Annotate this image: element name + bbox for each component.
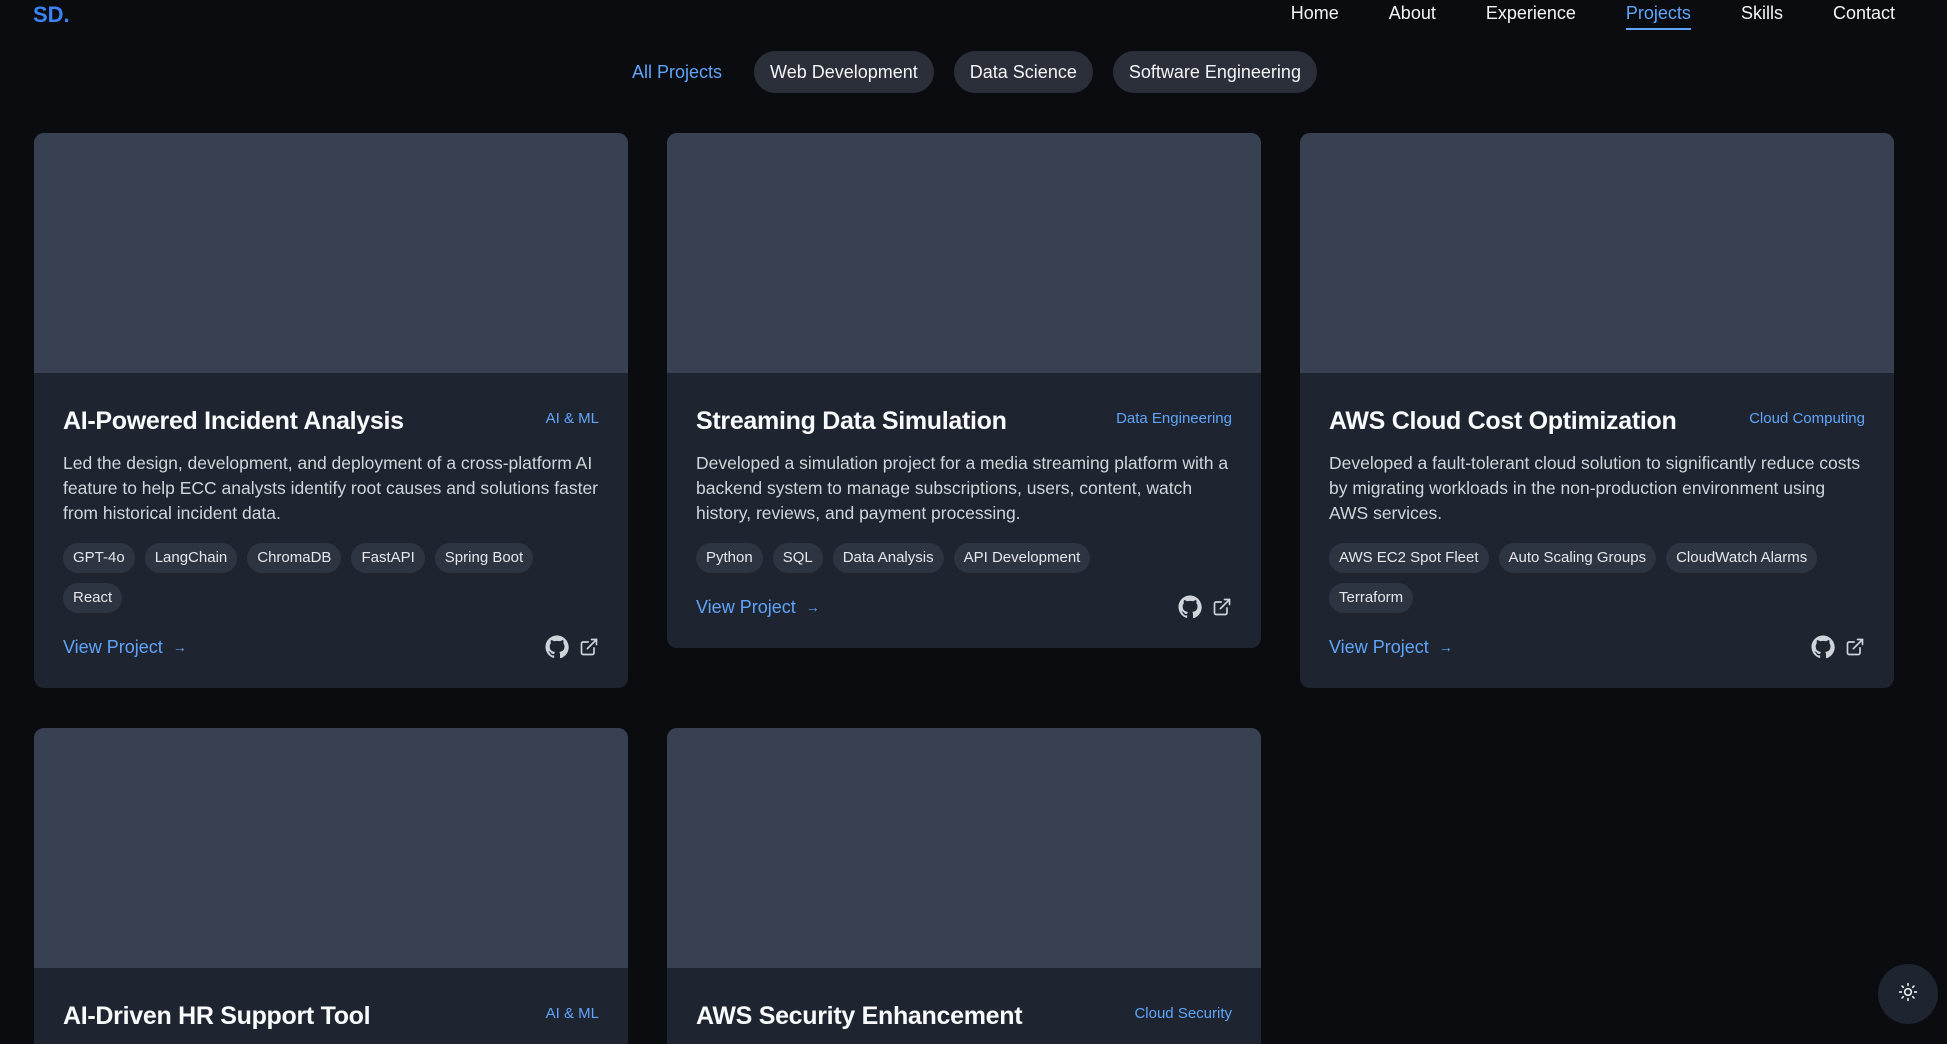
project-tags: GPT-4o LangChain ChromaDB FastAPI Spring… [63,543,599,613]
arrow-right-icon: → [172,639,187,655]
tag: ChromaDB [247,543,342,573]
project-description: Developed a simulation project for a med… [696,453,1229,523]
tag: Python [696,543,763,573]
filter-web-development[interactable]: Web Development [754,51,934,93]
github-icon[interactable] [1178,595,1202,619]
tag: Spring Boot [434,543,534,573]
project-title: AI-Driven HR Support Tool [63,1002,371,1030]
project-category: AI & ML [545,410,599,427]
tag: CloudWatch Alarms [1666,543,1818,573]
external-link-icon[interactable] [579,637,599,657]
project-link-icons [1811,635,1865,659]
tag: API Development [953,543,1091,573]
project-title: AWS Cloud Cost Optimization [1329,407,1677,435]
project-description: Led the design, development, and deploym… [63,453,599,523]
view-project-label: View Project [63,636,163,657]
project-card: AWS Cloud Cost Optimization Cloud Comput… [1300,133,1894,688]
arrow-right-icon: → [1438,639,1453,655]
project-link-icons [1178,595,1232,619]
project-category: Cloud Computing [1749,410,1865,427]
tag: Terraform [1329,583,1414,613]
project-thumbnail [667,728,1261,968]
project-thumbnail [34,133,628,373]
view-project-link[interactable]: View Project → [1329,637,1453,658]
site-logo[interactable]: SD. [33,2,70,28]
view-project-label: View Project [1329,636,1429,657]
tag: LangChain [144,543,238,573]
project-footer: View Project → [1329,635,1865,659]
project-filters: All Projects Web Development Data Scienc… [620,51,1317,93]
tag: Data Analysis [832,543,944,573]
project-tags: Python SQL Data Analysis API Development [696,543,1232,573]
tag: AWS EC2 Spot Fleet [1329,543,1489,573]
filter-data-science[interactable]: Data Science [953,51,1093,93]
project-category: AI & ML [545,1005,599,1022]
github-icon[interactable] [1811,635,1835,659]
theme-toggle-button[interactable] [1878,964,1938,1024]
project-title: AI-Powered Incident Analysis [63,407,404,435]
project-category: Cloud Security [1134,1005,1232,1022]
project-description: Developed a fault-tolerant cloud solutio… [1329,453,1861,523]
view-project-link[interactable]: View Project → [696,597,820,618]
tag: GPT-4o [63,543,135,573]
project-thumbnail [34,728,628,968]
tag: React [63,583,123,613]
nav-projects[interactable]: Projects [1625,3,1691,30]
filter-all-projects[interactable]: All Projects [620,51,734,93]
tag: Auto Scaling Groups [1498,543,1657,573]
project-title: AWS Security Enhancement [696,1002,1023,1030]
sun-icon [1898,982,1918,1007]
arrow-right-icon: → [805,599,820,615]
tag: FastAPI [351,543,425,573]
project-card: AI-Driven HR Support Tool AI & ML [34,728,628,1044]
nav-skills[interactable]: Skills [1741,3,1783,30]
project-title: Streaming Data Simulation [696,407,1007,435]
nav-home[interactable]: Home [1291,3,1339,30]
external-link-icon[interactable] [1845,637,1865,657]
view-project-link[interactable]: View Project → [63,637,187,658]
external-link-icon[interactable] [1212,597,1232,617]
project-card: AWS Security Enhancement Cloud Security [667,728,1261,1044]
github-icon[interactable] [545,635,569,659]
project-thumbnail [667,133,1261,373]
main-nav: Home About Experience Projects Skills Co… [1291,3,1895,30]
view-project-label: View Project [696,596,796,617]
portfolio-page: SD. Home About Experience Projects Skill… [0,0,1947,1044]
project-footer: View Project → [63,635,599,659]
project-category: Data Engineering [1116,410,1232,427]
project-card: AI-Powered Incident Analysis AI & ML Led… [34,133,628,688]
nav-about[interactable]: About [1389,3,1436,30]
nav-experience[interactable]: Experience [1486,3,1576,30]
filter-software-engineering[interactable]: Software Engineering [1112,51,1317,93]
project-tags: AWS EC2 Spot Fleet Auto Scaling Groups C… [1329,543,1865,613]
project-footer: View Project → [696,595,1232,619]
project-card: Streaming Data Simulation Data Engineeri… [667,133,1261,648]
project-link-icons [545,635,599,659]
tag: SQL [772,543,823,573]
project-thumbnail [1300,133,1894,373]
nav-contact[interactable]: Contact [1833,3,1895,30]
